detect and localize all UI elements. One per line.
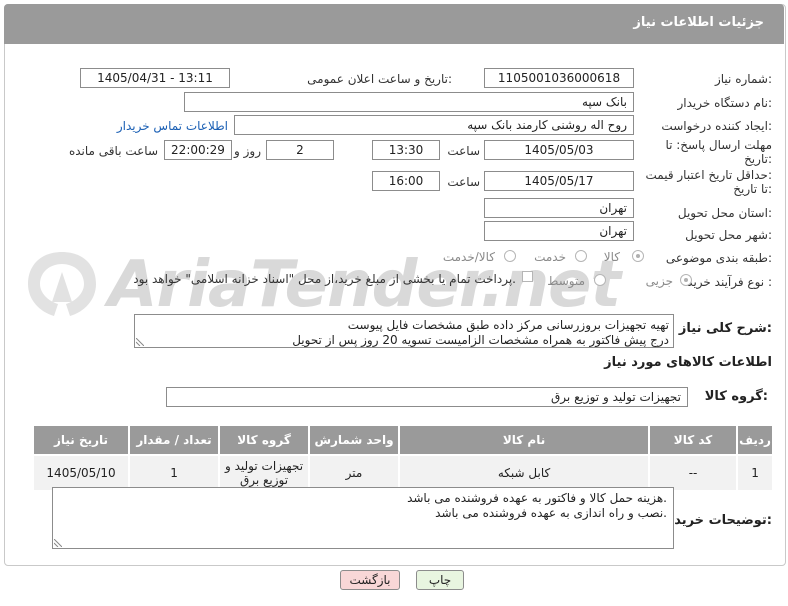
requester-label: ایجاد کننده درخواست: — [661, 119, 772, 133]
cell-date: 1405/05/10 — [31, 454, 131, 492]
price-validity-date-field[interactable]: 1405/05/17 — [484, 171, 634, 191]
process-label: نوع فرآیند خرید : — [687, 275, 772, 289]
requester-field[interactable]: روح اله روشنی کارمند بانک سپه — [234, 115, 634, 135]
buyer-contact-link[interactable]: اطلاعات تماس خریدار — [117, 119, 228, 133]
category-goods-label: کالا — [603, 250, 620, 264]
process-minor-label: جزیی — [645, 274, 673, 288]
category-service-label: خدمت — [534, 250, 566, 264]
cell-unit: متر — [308, 454, 401, 492]
reply-deadline-label: مهلت ارسال پاسخ: تا — [665, 138, 772, 152]
col-qty: تعداد / مقدار — [128, 424, 221, 456]
cell-group: تجهیزات تولید و توزیع برق — [218, 454, 311, 492]
col-code: کد کالا — [648, 424, 739, 456]
resize-grip-icon[interactable] — [136, 338, 144, 346]
process-medium-label: متوسط — [547, 274, 585, 288]
category-goods-radio[interactable] — [632, 250, 644, 262]
watermark-emblem-icon — [28, 252, 96, 316]
col-unit: واحد شمارش — [308, 424, 401, 456]
cell-row: 1 — [736, 454, 774, 492]
goods-group-field[interactable]: تجهیزات تولید و توزیع برق — [166, 387, 688, 407]
buyer-notes-label: توضیحات خریدار: — [662, 513, 772, 528]
province-field[interactable]: تهران — [484, 198, 634, 218]
process-medium-radio[interactable] — [594, 274, 606, 286]
reply-deadline-label-date: تاریخ: — [744, 152, 772, 166]
buyer-notes-line-1: هزینه حمل کالا و فاکتور به عهده فروشنده … — [407, 491, 667, 505]
goods-table-header: تاریخ نیاز تعداد / مقدار گروه کالا واحد … — [31, 424, 774, 456]
cell-qty: 1 — [128, 454, 221, 492]
city-field[interactable]: تهران — [484, 221, 634, 241]
cell-name: کابل شبکه — [398, 454, 651, 492]
reply-time-field[interactable]: 13:30 — [372, 140, 440, 160]
col-group: گروه کالا — [218, 424, 311, 456]
price-validity-time-label: ساعت — [447, 175, 480, 189]
category-goods-service-radio[interactable] — [504, 250, 516, 262]
cell-group-line-2: توزیع برق — [239, 473, 289, 487]
days-field[interactable]: 2 — [266, 140, 334, 160]
category-goods-service-label: کالا/خدمت — [442, 250, 495, 264]
announce-field[interactable]: 1405/04/31 - 13:11 — [80, 68, 230, 88]
city-label: شهر محل تحویل: — [685, 228, 772, 242]
price-validity-label-date: تا تاریخ: — [733, 182, 772, 196]
cell-group-line-1: تجهیزات تولید و — [225, 459, 304, 473]
category-label: طبقه بندی موضوعی: — [665, 251, 772, 265]
goods-table: تاریخ نیاز تعداد / مقدار گروه کالا واحد … — [31, 424, 774, 492]
remaining-time-field[interactable]: 22:00:29 — [164, 140, 232, 160]
buyer-notes-textarea[interactable]: هزینه حمل کالا و فاکتور به عهده فروشنده … — [52, 487, 674, 549]
reply-date-field[interactable]: 1405/05/03 — [484, 140, 634, 160]
province-label: استان محل تحویل: — [677, 206, 772, 220]
description-textarea[interactable]: تهیه تجهیزات بروزرسانی مرکز داده طبق مشخ… — [134, 314, 674, 348]
buyer-org-label: نام دستگاه خریدار: — [677, 96, 773, 110]
need-number-field[interactable]: 1105001036000618 — [484, 68, 634, 88]
table-row: 1405/05/10 1 تجهیزات تولید و توزیع برق م… — [31, 454, 774, 492]
remaining-label: ساعت باقی مانده — [68, 144, 158, 158]
resize-grip-icon[interactable] — [54, 539, 62, 547]
treasury-payment-checkbox[interactable] — [522, 271, 533, 282]
announce-label: تاریخ و ساعت اعلان عمومی: — [307, 72, 452, 86]
process-minor-radio[interactable] — [680, 274, 692, 286]
category-service-radio[interactable] — [575, 250, 587, 262]
price-validity-label: حداقل تاریخ اعتبار قیمت: — [645, 168, 772, 182]
reply-time-label: ساعت — [447, 144, 480, 158]
col-name: نام کالا — [398, 424, 651, 456]
print-button[interactable]: چاپ — [416, 570, 464, 590]
need-number-label: شماره نیاز: — [714, 72, 772, 86]
back-button[interactable]: بازگشت — [340, 570, 400, 590]
description-line-1: تهیه تجهیزات بروزرسانی مرکز داده طبق مشخ… — [347, 318, 669, 332]
cell-code: -- — [648, 454, 739, 492]
buyer-org-field[interactable]: بانک سپه — [184, 92, 634, 112]
col-date: تاریخ نیاز — [31, 424, 131, 456]
buyer-notes-line-2: نصب و راه اندازی به عهده فروشنده می باشد… — [435, 506, 667, 520]
price-validity-time-field[interactable]: 16:00 — [372, 171, 440, 191]
goods-group-label: گروه کالا: — [704, 389, 768, 404]
days-label: روز و — [234, 144, 261, 158]
goods-section-title: اطلاعات کالاهای مورد نیاز — [604, 355, 772, 370]
col-row: ردیف — [736, 424, 774, 456]
description-line-2: درج پیش فاکتور به همراه مشخصات الزامیست … — [292, 333, 669, 347]
page-title: جزئیات اطلاعات نیاز — [633, 15, 764, 30]
description-label: شرح کلی نیاز: — [678, 321, 772, 336]
treasury-payment-note: پرداخت تمام یا بخشی از مبلغ خرید،از محل … — [133, 272, 516, 286]
panel-header: جزئیات اطلاعات نیاز — [4, 4, 784, 44]
